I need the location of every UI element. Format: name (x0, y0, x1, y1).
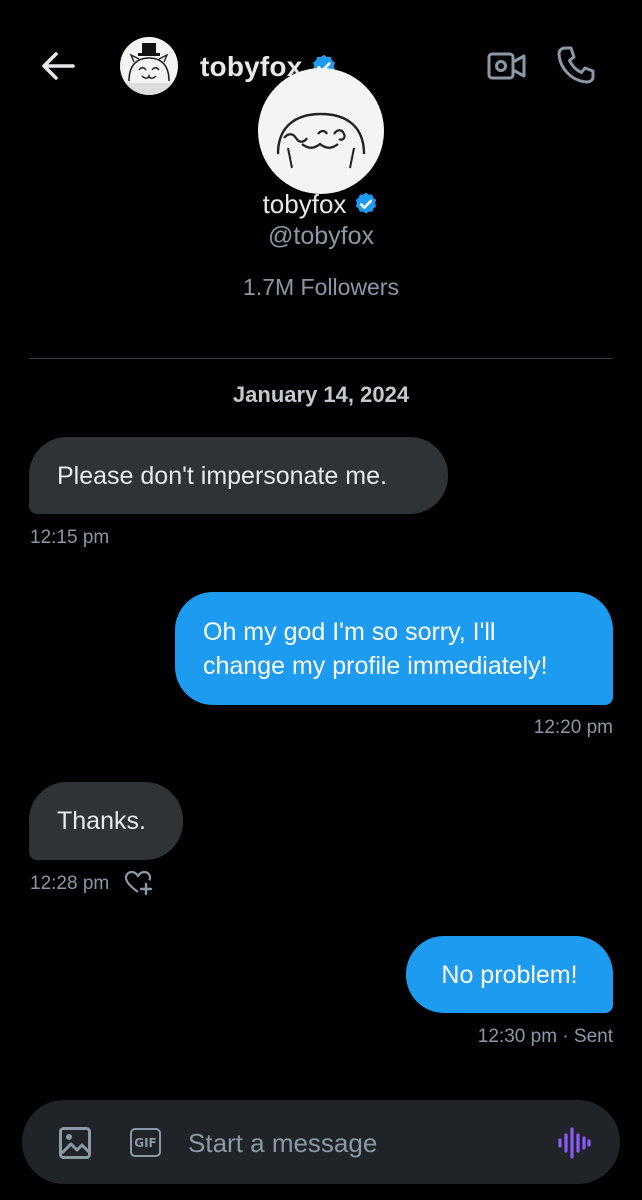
message-text: No problem! (441, 960, 578, 989)
message-bubble-outgoing[interactable]: No problem! (406, 936, 613, 1013)
divider (29, 358, 613, 359)
message-input[interactable] (188, 1118, 548, 1168)
add-image-button[interactable] (58, 1126, 92, 1160)
profile-name: tobyfox (262, 188, 347, 219)
message-text: Thanks. (57, 807, 146, 835)
message-bubble-outgoing[interactable]: Oh my god I'm so sorry, I'll change my p… (175, 592, 613, 705)
gif-button[interactable]: GIF (130, 1128, 161, 1157)
profile-followers[interactable]: 1.7M Followers (0, 274, 642, 301)
voice-message-button[interactable] (556, 1126, 592, 1160)
profile-avatar-drawing (276, 112, 366, 169)
profile-handle: @tobyfox (268, 222, 374, 250)
message-timestamp: 12:28 pm (30, 873, 110, 894)
voice-call-button[interactable] (555, 44, 597, 86)
message-composer: GIF (22, 1100, 620, 1184)
add-reaction-button[interactable] (124, 870, 154, 896)
heart-plus-icon (124, 870, 153, 896)
message-text-line: Oh my god I'm so sorry, I'll (203, 617, 496, 646)
voice-wave-icon (558, 1127, 591, 1159)
message-timestamp: 12:15 pm (30, 527, 110, 548)
video-call-button[interactable] (486, 48, 528, 84)
phone-icon (557, 46, 595, 84)
arrow-left-icon (42, 52, 75, 80)
back-button[interactable] (38, 48, 78, 84)
header-avatar[interactable] (120, 37, 178, 95)
avatar-drawing (123, 43, 175, 95)
video-camera-icon (487, 52, 526, 80)
message-text: Oh my god I'm so sorry, I'll change my p… (203, 615, 548, 683)
date-separator: January 14, 2024 (232, 382, 410, 407)
message-text: Please don't impersonate me. (57, 461, 387, 490)
profile-avatar[interactable] (258, 68, 384, 194)
message-timestamp: 12:20 pm (533, 717, 613, 738)
message-status: 12:30 pm · Sent (477, 1026, 613, 1047)
message-text-line: change my profile immediately! (203, 651, 548, 680)
profile-name-row: tobyfox (0, 186, 642, 222)
message-bubble-incoming[interactable]: Please don't impersonate me. (29, 437, 448, 514)
image-icon (59, 1127, 91, 1159)
verified-badge-icon (356, 192, 377, 214)
message-bubble-incoming[interactable]: Thanks. (29, 782, 183, 860)
